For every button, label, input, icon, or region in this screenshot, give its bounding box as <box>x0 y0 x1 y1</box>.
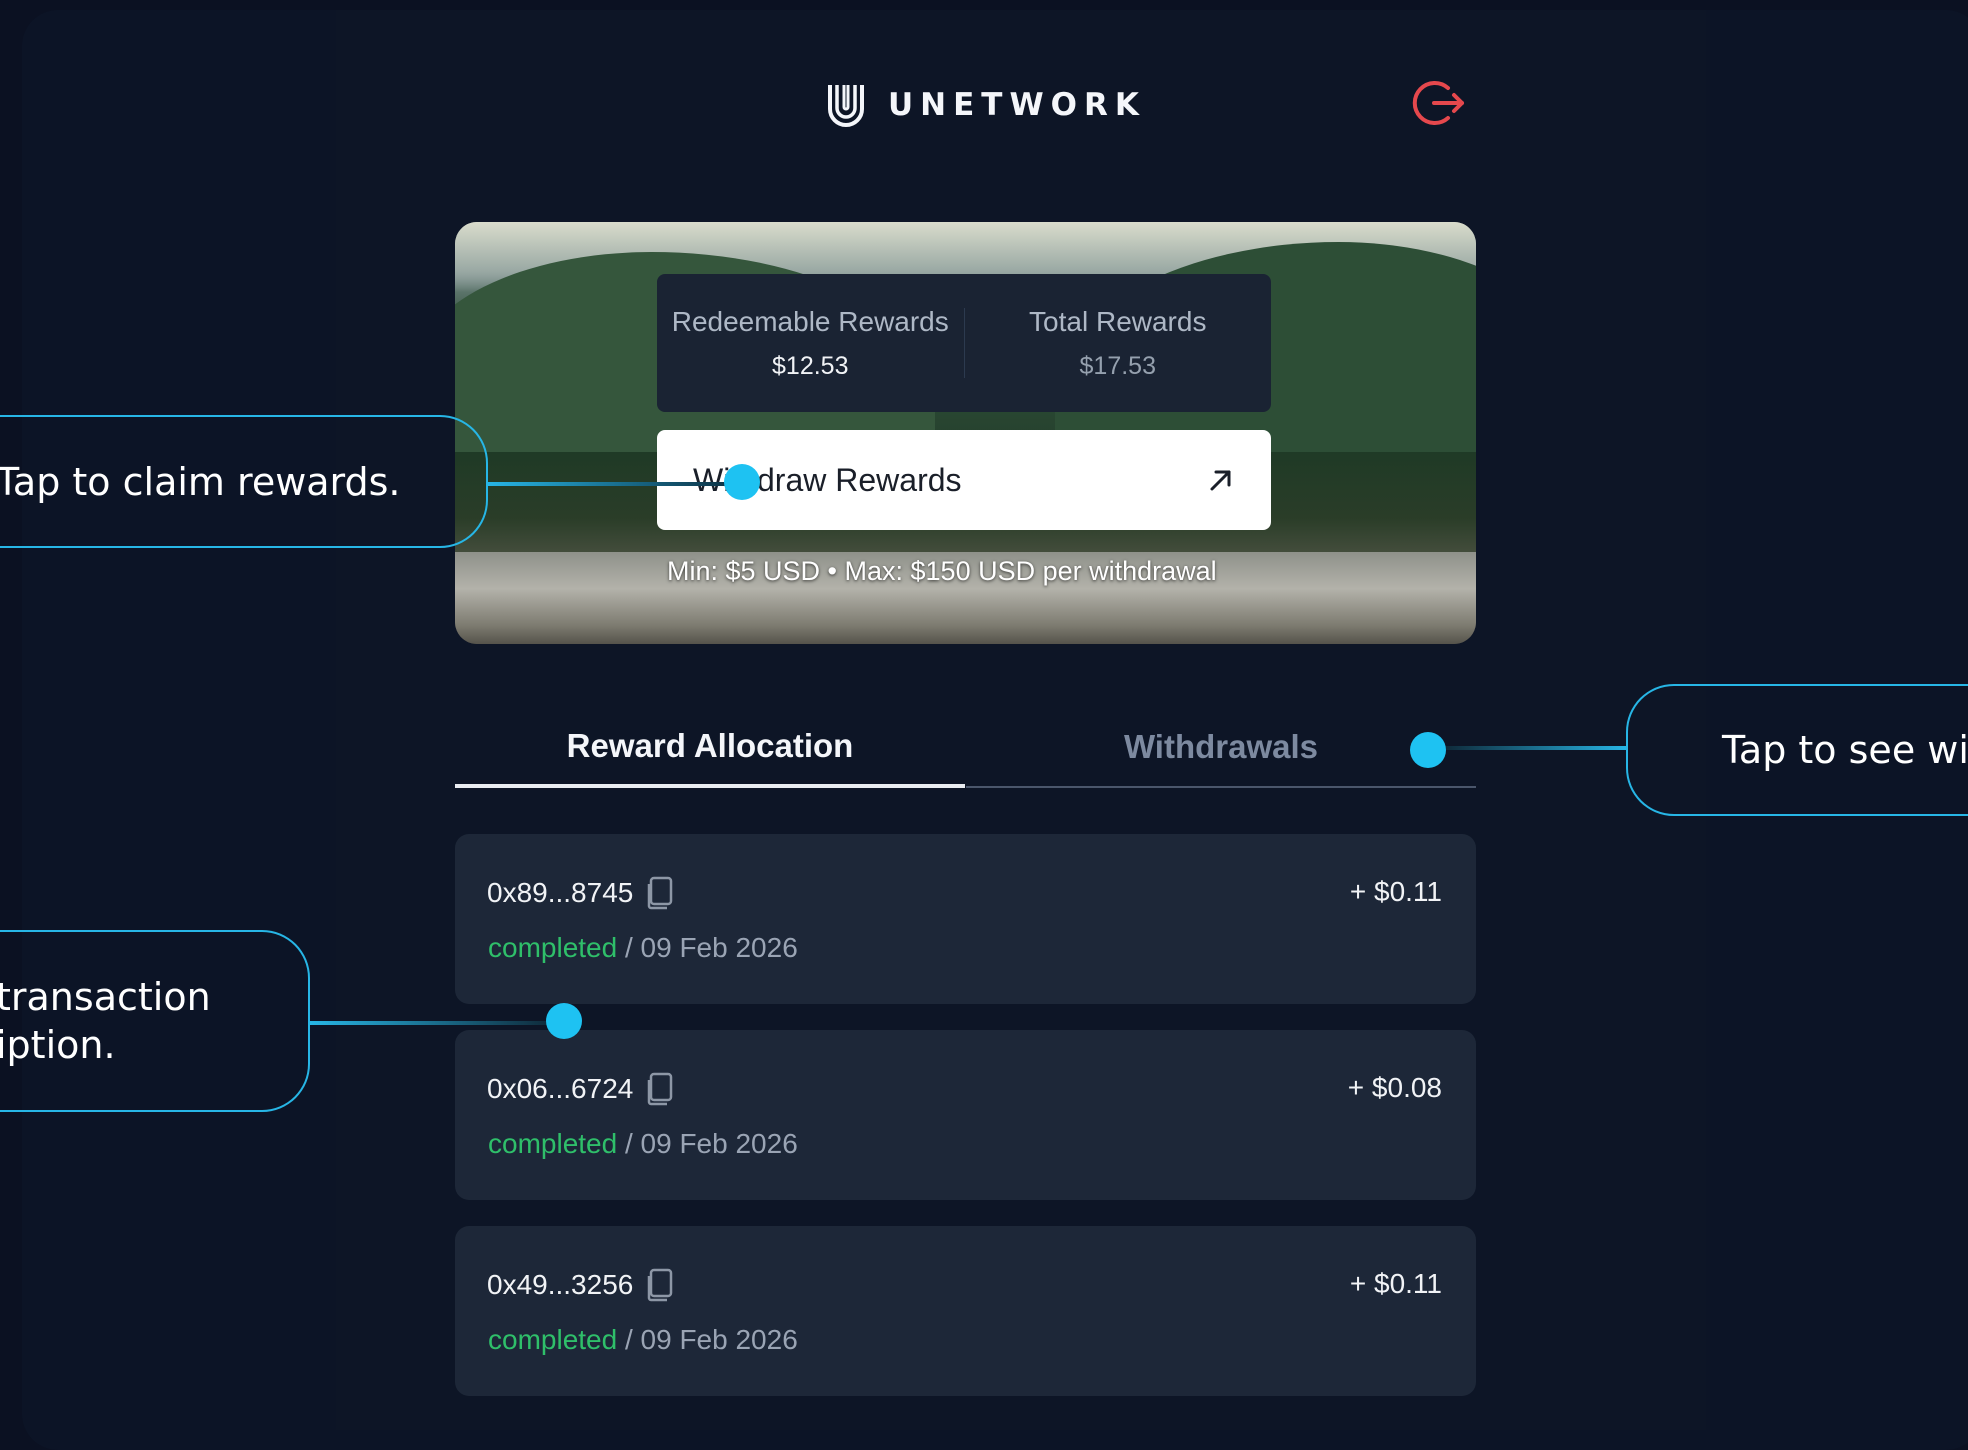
total-value: $17.53 <box>1079 351 1156 380</box>
brand-name: UNETWORK <box>888 87 1146 123</box>
transaction-hash: 0x49...3256 <box>487 1268 675 1302</box>
tab-bar: Reward Allocation Withdrawals <box>455 708 1476 788</box>
transaction-amount: + $0.08 <box>1347 1072 1442 1103</box>
transaction-amount: + $0.11 <box>1349 1268 1442 1299</box>
rewards-card: Redeemable Rewards $12.53 Total Rewards … <box>455 222 1476 644</box>
transaction-amount: + $0.11 <box>1349 876 1442 907</box>
logout-button[interactable] <box>1412 76 1466 130</box>
redeemable-value: $12.53 <box>772 351 849 380</box>
unetwork-logo-icon <box>826 83 866 127</box>
callout-claim-rewards: Tap to claim rewards. <box>0 415 488 548</box>
redeemable-rewards: Redeemable Rewards $12.53 <box>657 274 964 412</box>
callout-marker-dot <box>1410 732 1446 768</box>
transaction-status: completed / 09 Feb 2026 <box>488 1324 798 1356</box>
transaction-hash: 0x89...8745 <box>487 876 675 910</box>
tab-reward-allocation[interactable]: Reward Allocation <box>455 708 965 788</box>
status-completed: completed <box>488 1128 618 1159</box>
transaction-date: / 09 Feb 2026 <box>617 1128 798 1159</box>
total-rewards: Total Rewards $17.53 <box>965 274 1272 412</box>
hash-text: 0x06...6724 <box>487 1073 634 1104</box>
transaction-status: completed / 09 Feb 2026 <box>488 1128 798 1160</box>
callout-withdrawals: Tap to see wi <box>1626 684 1968 816</box>
rewards-summary: Redeemable Rewards $12.53 Total Rewards … <box>657 274 1271 412</box>
status-completed: completed <box>488 932 618 963</box>
callout-marker-dot <box>724 464 760 500</box>
withdrawal-limits: Min: $5 USD • Max: $150 USD per withdraw… <box>667 556 1217 586</box>
tab-withdrawals[interactable]: Withdrawals <box>966 708 1476 788</box>
callout-connector <box>310 1021 550 1025</box>
total-label: Total Rewards <box>1029 305 1207 337</box>
transaction-date: / 09 Feb 2026 <box>617 1324 798 1355</box>
copy-icon[interactable] <box>647 876 675 910</box>
hash-text: 0x89...8745 <box>487 877 634 908</box>
callout-transaction: transaction iption. <box>0 930 310 1112</box>
transaction-status: completed / 09 Feb 2026 <box>488 932 798 964</box>
logout-icon <box>1412 81 1464 125</box>
status-completed: completed <box>488 1324 618 1355</box>
arrow-up-right-icon <box>1210 470 1231 491</box>
callout-marker-dot <box>546 1003 582 1039</box>
transaction-hash: 0x06...6724 <box>487 1072 675 1106</box>
brand-logo: UNETWORK <box>826 82 1146 128</box>
transaction-row[interactable]: 0x89...8745 completed / 09 Feb 2026 + $0… <box>455 834 1476 1004</box>
copy-icon[interactable] <box>647 1072 675 1106</box>
transaction-date: / 09 Feb 2026 <box>617 932 798 963</box>
hash-text: 0x49...3256 <box>487 1269 634 1300</box>
callout-connector <box>1446 746 1628 750</box>
transaction-row[interactable]: 0x06...6724 completed / 09 Feb 2026 + $0… <box>455 1030 1476 1200</box>
copy-icon[interactable] <box>647 1268 675 1302</box>
redeemable-label: Redeemable Rewards <box>671 305 949 337</box>
transaction-row[interactable]: 0x49...3256 completed / 09 Feb 2026 + $0… <box>455 1226 1476 1396</box>
callout-connector <box>488 482 728 486</box>
